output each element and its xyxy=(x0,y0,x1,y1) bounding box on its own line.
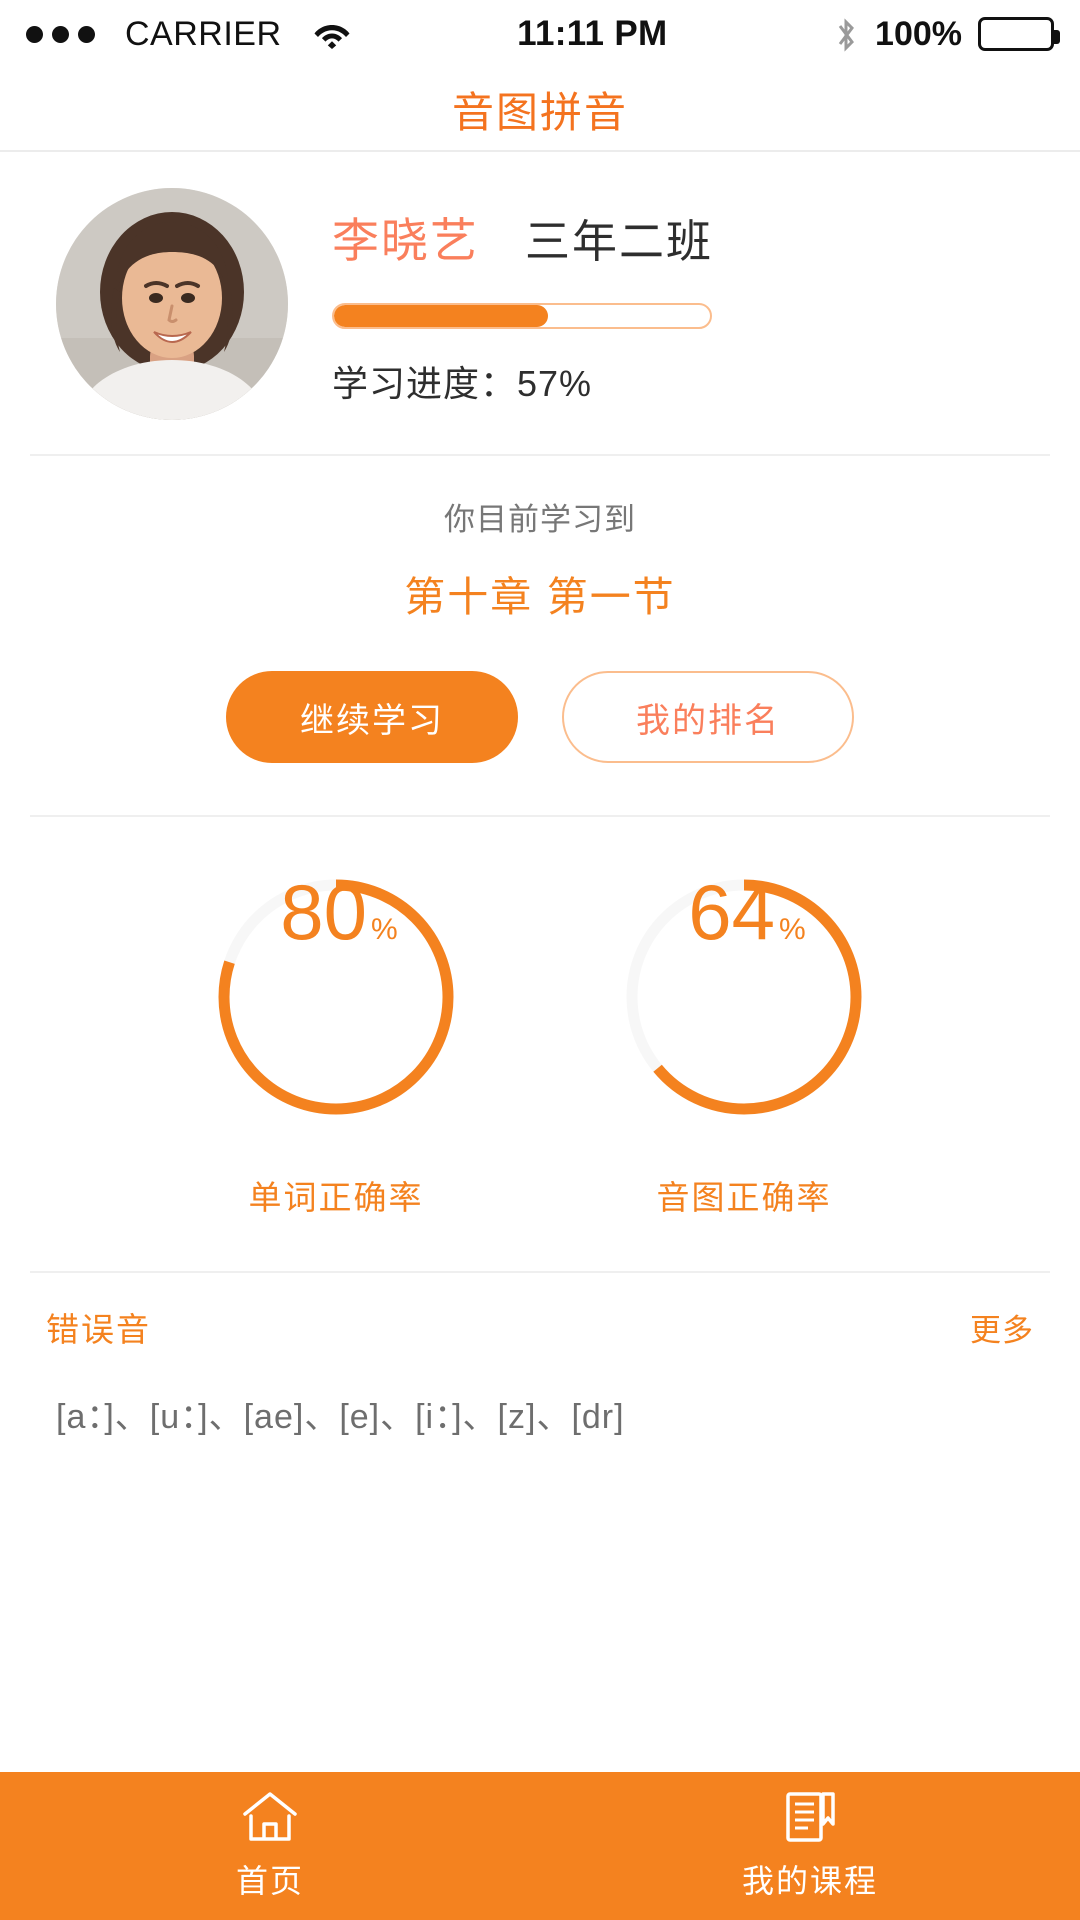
profile-details: 李晓艺 三年二班 学习进度：57% xyxy=(332,202,1038,407)
battery-icon xyxy=(978,17,1060,51)
page-title: 音图拼音 xyxy=(451,88,628,136)
tab-home[interactable]: 首页 xyxy=(0,1772,540,1920)
lesson-section: 你目前学习到 第十章 第一节 继续学习 我的排名 xyxy=(0,456,1080,815)
word-accuracy-value: 80 xyxy=(280,868,368,956)
error-sounds-list: [a：]、[u：]、[ae]、[e]、[i：]、[z]、[dr] xyxy=(56,1398,625,1436)
word-accuracy-unit: % xyxy=(371,913,398,946)
home-icon xyxy=(241,1790,299,1844)
carrier-label: CARRIER xyxy=(125,14,282,53)
status-bar-left: CARRIER xyxy=(26,15,352,54)
app-header: 音图拼音 xyxy=(0,68,1080,152)
app-root: CARRIER 11:11 PM 100% 音图拼音 李晓艺 三年二班 学习进度… xyxy=(0,0,1080,1920)
accuracy-charts: 80 % 单词正确率 64 % 音图正确率 xyxy=(0,817,1080,1237)
status-bar: CARRIER 11:11 PM 100% xyxy=(0,0,1080,68)
progress-bar-fill xyxy=(334,304,549,327)
error-sounds-more-link[interactable]: 更多 xyxy=(970,1305,1034,1350)
word-accuracy-label: 单词正确率 xyxy=(248,1179,424,1216)
signal-dots-icon xyxy=(26,25,95,43)
error-sounds-section: 错误音 更多 [a：]、[u：]、[ae]、[e]、[i：]、[z]、[dr] xyxy=(0,1273,1080,1438)
progress-bar xyxy=(332,302,712,329)
user-class: 三年二班 xyxy=(525,215,714,267)
phonetic-accuracy-unit: % xyxy=(779,913,806,946)
error-sounds-header: 错误音 更多 xyxy=(46,1273,1034,1351)
status-bar-right: 100% xyxy=(833,14,1060,54)
phonetic-accuracy-donut: 64 % xyxy=(620,873,868,1121)
status-bar-center: 11:11 PM xyxy=(352,14,834,54)
user-name: 李晓艺 xyxy=(332,213,479,267)
lesson-title: 第十章 第一节 xyxy=(404,574,676,620)
progress-label: 学习进度：57% xyxy=(332,362,593,404)
clock-label: 11:11 PM xyxy=(517,14,668,53)
profile-section: 李晓艺 三年二班 学习进度：57% xyxy=(0,152,1080,454)
avatar[interactable] xyxy=(56,188,288,420)
profile-name-row: 李晓艺 三年二班 xyxy=(332,202,1020,271)
lesson-subtitle: 你目前学习到 xyxy=(444,502,636,537)
battery-percent-label: 100% xyxy=(875,14,962,53)
word-accuracy-chart: 80 % 单词正确率 xyxy=(212,873,460,1219)
bluetooth-icon xyxy=(833,17,859,52)
wifi-icon xyxy=(312,19,352,49)
phonetic-accuracy-value: 64 xyxy=(688,868,776,956)
tab-home-label: 首页 xyxy=(235,1863,304,1899)
tab-my-courses[interactable]: 我的课程 xyxy=(540,1772,1080,1920)
lesson-actions: 继续学习 我的排名 xyxy=(0,671,1080,763)
book-icon xyxy=(782,1790,838,1844)
phonetic-accuracy-chart: 64 % 音图正确率 xyxy=(620,873,868,1219)
phonetic-accuracy-label: 音图正确率 xyxy=(656,1179,832,1216)
word-accuracy-donut: 80 % xyxy=(212,873,460,1121)
error-sounds-title: 错误音 xyxy=(46,1311,151,1348)
my-ranking-button[interactable]: 我的排名 xyxy=(562,671,854,763)
continue-study-button[interactable]: 继续学习 xyxy=(226,671,518,763)
main-content: 李晓艺 三年二班 学习进度：57% 你目前学习到 第十章 第一节 继续学习 我的… xyxy=(0,152,1080,1772)
word-accuracy-value-wrap: 80 % xyxy=(212,873,460,1121)
tab-my-courses-label: 我的课程 xyxy=(741,1863,878,1899)
phonetic-accuracy-value-wrap: 64 % xyxy=(620,873,868,1121)
bottom-tab-bar: 首页 我的课程 xyxy=(0,1772,1080,1920)
